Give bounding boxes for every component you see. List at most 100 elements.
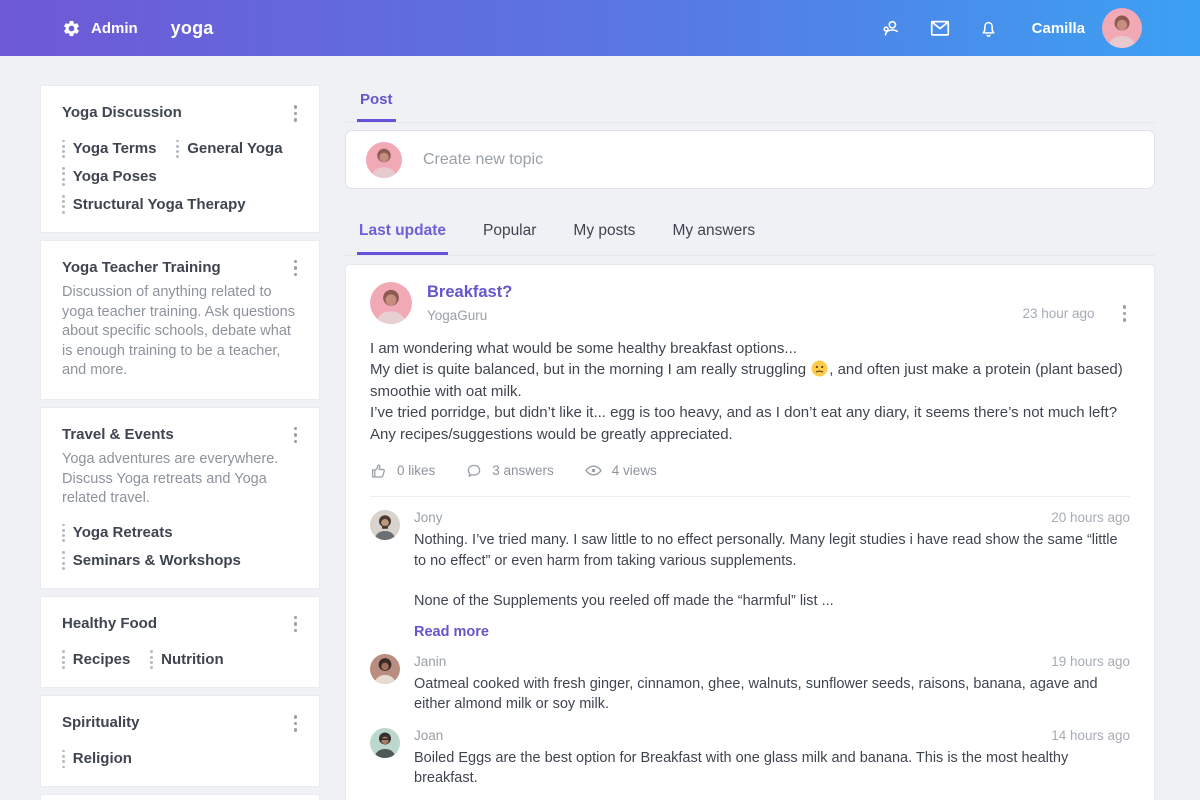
subcategory-seminars-workshops[interactable]: Seminars & Workshops bbox=[62, 551, 241, 570]
drag-handle-icon[interactable] bbox=[62, 524, 65, 543]
kebab-menu-icon[interactable] bbox=[290, 102, 302, 125]
category-description: Discussion of anything related to yoga t… bbox=[62, 283, 301, 381]
comment-icon bbox=[465, 462, 483, 480]
answer-text: Oatmeal cooked with fresh ginger, cinnam… bbox=[414, 674, 1130, 715]
confused-face-emoji bbox=[811, 360, 828, 377]
admin-menu[interactable]: Admin bbox=[60, 17, 138, 39]
subcategory-yoga-poses[interactable]: Yoga Poses bbox=[62, 167, 157, 186]
category-card-lifestyle-fashion: Lifestyle & Fashion Discuss all things Y… bbox=[40, 794, 320, 800]
avatar bbox=[366, 142, 402, 178]
drag-handle-icon[interactable] bbox=[62, 551, 65, 570]
post-header: Breakfast? YogaGuru 23 hour ago bbox=[370, 282, 1130, 325]
subcategory-nutrition[interactable]: Nutrition bbox=[150, 650, 223, 669]
likes-button[interactable]: 0 likes bbox=[370, 462, 435, 480]
post-title[interactable]: Breakfast? bbox=[427, 283, 512, 302]
user-contacts-icon[interactable] bbox=[880, 17, 902, 39]
admin-label: Admin bbox=[91, 20, 138, 37]
kebab-menu-icon[interactable] bbox=[290, 712, 302, 735]
category-card-travel-events: Travel & Events Yoga adventures are ever… bbox=[40, 407, 320, 589]
create-topic-input[interactable]: Create new topic bbox=[345, 130, 1155, 189]
answer-author: Joan bbox=[414, 728, 443, 743]
gear-icon bbox=[60, 17, 82, 39]
category-card-healthy-food: Healthy Food Recipes Nutrition bbox=[40, 596, 320, 688]
header-actions: Camilla bbox=[880, 8, 1142, 48]
post-timestamp: 23 hour ago bbox=[1022, 306, 1094, 321]
eye-icon bbox=[584, 461, 603, 480]
drag-handle-icon[interactable] bbox=[62, 750, 65, 769]
feed-tab-bar: Last update Popular My posts My answers bbox=[345, 218, 1155, 256]
answer-item: Jony 20 hours ago Nothing. I’ve tried ma… bbox=[370, 510, 1130, 641]
kebab-menu-icon[interactable] bbox=[290, 613, 302, 636]
answer-text: Boiled Eggs are the best option for Brea… bbox=[414, 748, 1130, 789]
thumbs-up-icon bbox=[370, 462, 388, 480]
category-title[interactable]: Spirituality bbox=[62, 712, 140, 731]
top-navbar: Admin yoga Camilla bbox=[0, 0, 1200, 56]
brand-logo[interactable]: yoga bbox=[171, 18, 214, 39]
drag-handle-icon[interactable] bbox=[62, 140, 65, 159]
drag-handle-icon[interactable] bbox=[150, 650, 153, 669]
category-title[interactable]: Healthy Food bbox=[62, 613, 157, 632]
subcategory-recipes[interactable]: Recipes bbox=[62, 650, 130, 669]
bell-icon[interactable] bbox=[978, 17, 1000, 39]
post-card: Breakfast? YogaGuru 23 hour ago I am won… bbox=[345, 264, 1155, 800]
categories-sidebar: Yoga Discussion Yoga Terms General Yoga … bbox=[40, 85, 320, 800]
answer-text: None of the Supplements you reeled off m… bbox=[414, 591, 1130, 612]
answer-timestamp: 19 hours ago bbox=[1051, 654, 1130, 669]
app-screen: Admin yoga Camilla Yoga Discus bbox=[0, 0, 1200, 800]
drag-handle-icon[interactable] bbox=[62, 650, 65, 669]
likes-count: 0 likes bbox=[397, 463, 435, 478]
subcategory-structural-yoga-therapy[interactable]: Structural Yoga Therapy bbox=[62, 195, 246, 214]
answer-item: Joan 14 hours ago Boiled Eggs are the be… bbox=[370, 728, 1130, 789]
tab-last-update[interactable]: Last update bbox=[357, 218, 448, 255]
read-more-link[interactable]: Read more bbox=[414, 624, 489, 640]
category-card-spirituality: Spirituality Religion bbox=[40, 695, 320, 787]
answer-timestamp: 14 hours ago bbox=[1051, 728, 1130, 743]
tab-my-answers[interactable]: My answers bbox=[670, 218, 757, 255]
subcategory-general-yoga[interactable]: General Yoga bbox=[176, 140, 282, 159]
subcategory-religion[interactable]: Religion bbox=[62, 750, 132, 769]
main-content: Post Create new topic Last update Popula… bbox=[345, 85, 1155, 800]
avatar bbox=[370, 728, 400, 758]
post-tab-bar: Post bbox=[345, 85, 1155, 123]
tab-my-posts[interactable]: My posts bbox=[571, 218, 637, 255]
post-body: I am wondering what would be some health… bbox=[370, 338, 1130, 446]
drag-handle-icon[interactable] bbox=[62, 195, 65, 214]
answers-count: 3 answers bbox=[492, 463, 554, 478]
category-title[interactable]: Yoga Teacher Training bbox=[62, 257, 221, 276]
post-stats: 0 likes 3 answers 4 views bbox=[370, 461, 1130, 497]
drag-handle-icon[interactable] bbox=[62, 167, 65, 186]
subcategory-yoga-terms[interactable]: Yoga Terms bbox=[62, 140, 156, 159]
answer-text: Nothing. I’ve tried many. I saw little t… bbox=[414, 530, 1130, 571]
subcategory-yoga-retreats[interactable]: Yoga Retreats bbox=[62, 524, 173, 543]
post-line: I am wondering what would be some health… bbox=[370, 338, 1130, 360]
avatar[interactable] bbox=[1102, 8, 1142, 48]
answer-author: Jony bbox=[414, 510, 443, 525]
answers-list: Jony 20 hours ago Nothing. I’ve tried ma… bbox=[370, 497, 1130, 789]
kebab-menu-icon[interactable] bbox=[1119, 302, 1131, 325]
answer-author: Janin bbox=[414, 654, 446, 669]
answers-stat[interactable]: 3 answers bbox=[465, 462, 554, 480]
views-count: 4 views bbox=[612, 463, 657, 478]
avatar bbox=[370, 282, 412, 324]
user-name[interactable]: Camilla bbox=[1032, 20, 1085, 37]
kebab-menu-icon[interactable] bbox=[290, 424, 302, 447]
tab-popular[interactable]: Popular bbox=[481, 218, 538, 255]
post-line: Any recipes/suggestions would be greatly… bbox=[370, 424, 1130, 446]
category-card-yoga-teacher-training: Yoga Teacher Training Discussion of anyt… bbox=[40, 240, 320, 400]
category-description: Yoga adventures are everywhere. Discuss … bbox=[62, 450, 301, 509]
views-stat: 4 views bbox=[584, 461, 657, 480]
mail-icon[interactable] bbox=[929, 17, 951, 39]
avatar bbox=[370, 654, 400, 684]
kebab-menu-icon[interactable] bbox=[290, 257, 302, 280]
answer-item: Janin 19 hours ago Oatmeal cooked with f… bbox=[370, 654, 1130, 715]
post-author: YogaGuru bbox=[427, 308, 512, 323]
category-title[interactable]: Yoga Discussion bbox=[62, 102, 182, 121]
drag-handle-icon[interactable] bbox=[176, 140, 179, 159]
category-card-yoga-discussion: Yoga Discussion Yoga Terms General Yoga … bbox=[40, 85, 320, 233]
tab-post[interactable]: Post bbox=[357, 85, 396, 122]
answer-timestamp: 20 hours ago bbox=[1051, 510, 1130, 525]
create-topic-placeholder: Create new topic bbox=[423, 151, 543, 169]
category-title[interactable]: Travel & Events bbox=[62, 424, 174, 443]
page-body: Yoga Discussion Yoga Terms General Yoga … bbox=[0, 56, 1200, 800]
avatar bbox=[370, 510, 400, 540]
